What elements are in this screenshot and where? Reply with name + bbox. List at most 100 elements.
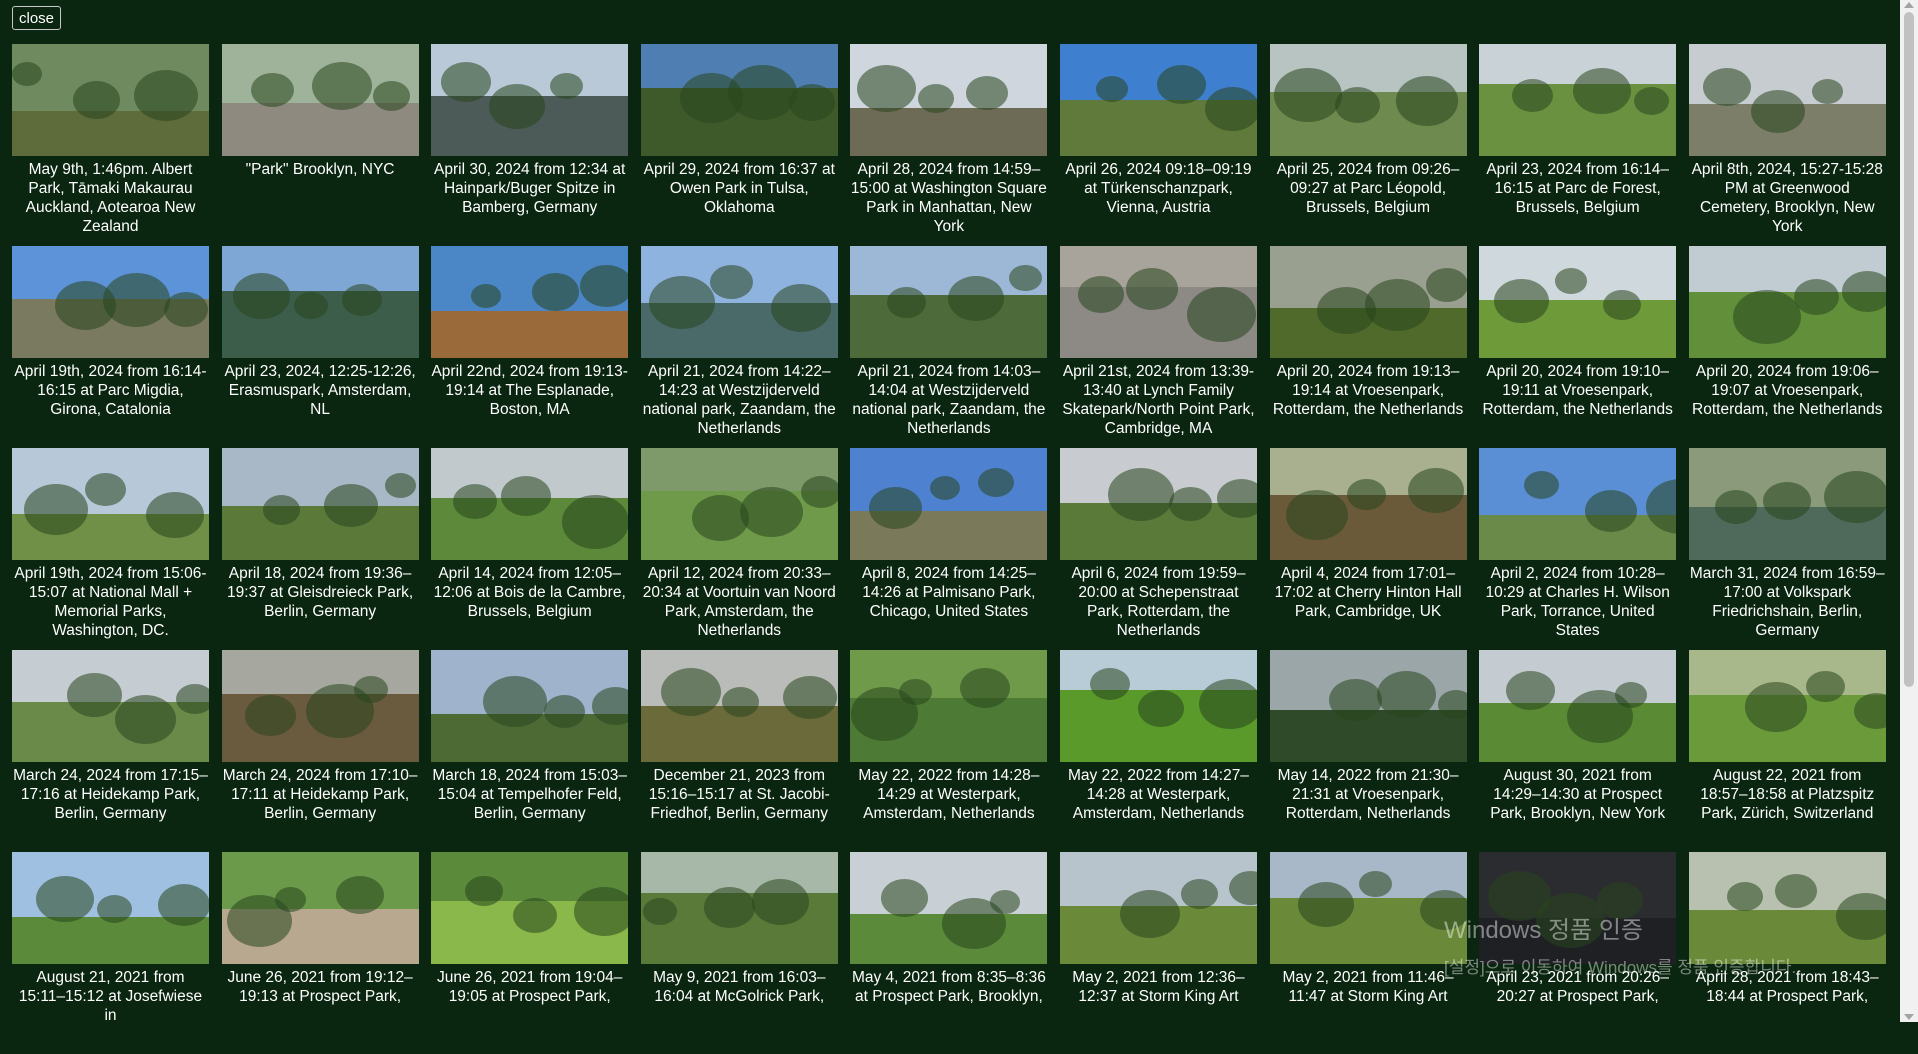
video-thumbnail[interactable] xyxy=(221,852,419,964)
video-thumbnail[interactable] xyxy=(640,246,838,358)
video-card[interactable]: April 22nd, 2024 from 19:13-19:14 at The… xyxy=(431,246,629,448)
close-button[interactable]: close xyxy=(12,6,62,30)
video-thumbnail[interactable] xyxy=(12,246,209,358)
video-thumbnail[interactable] xyxy=(1269,650,1467,762)
video-caption: April 26, 2024 09:18–09:19 at Türkenscha… xyxy=(1065,161,1252,216)
video-card[interactable]: April 21, 2024 from 14:22–14:23 at Westz… xyxy=(640,246,838,448)
video-thumbnail[interactable] xyxy=(640,852,838,964)
video-thumbnail[interactable] xyxy=(1479,650,1677,762)
video-card[interactable]: August 21, 2021 from 15:11–15:12 at Jose… xyxy=(12,852,209,1054)
video-thumbnail[interactable] xyxy=(431,852,629,964)
video-thumbnail[interactable] xyxy=(1059,650,1257,762)
video-thumbnail[interactable] xyxy=(1269,246,1467,358)
video-thumbnail[interactable] xyxy=(1479,246,1677,358)
video-card[interactable]: June 26, 2021 from 19:12–19:13 at Prospe… xyxy=(221,852,419,1054)
video-thumbnail[interactable] xyxy=(850,448,1048,560)
video-thumbnail[interactable] xyxy=(12,44,209,156)
video-card[interactable]: April 21, 2024 from 14:03–14:04 at Westz… xyxy=(850,246,1048,448)
thumbnail-tree xyxy=(1089,668,1130,700)
video-card[interactable]: April 2, 2024 from 10:28–10:29 at Charle… xyxy=(1479,448,1677,650)
video-card[interactable]: April 29, 2024 from 16:37 at Owen Park i… xyxy=(640,44,838,246)
video-card[interactable]: May 14, 2022 from 21:30–21:31 at Vroesen… xyxy=(1269,650,1467,852)
thumbnail-tree xyxy=(1119,890,1180,938)
video-card[interactable]: April 30, 2024 from 12:34 at Hainpark/Bu… xyxy=(431,44,629,246)
vertical-scrollbar[interactable] xyxy=(1900,0,1918,1022)
video-thumbnail[interactable] xyxy=(1269,448,1467,560)
video-card[interactable]: May 4, 2021 from 8:35–8:36 at Prospect P… xyxy=(850,852,1048,1054)
video-thumbnail[interactable] xyxy=(1479,44,1677,156)
video-card[interactable]: March 18, 2024 from 15:03–15:04 at Tempe… xyxy=(431,650,629,852)
video-card[interactable]: May 2, 2021 from 12:36–12:37 at Storm Ki… xyxy=(1059,852,1257,1054)
video-card[interactable]: April 28, 2021 from 18:43–18:44 at Prosp… xyxy=(1688,852,1886,1054)
video-thumbnail[interactable] xyxy=(1688,852,1886,964)
video-card[interactable]: April 25, 2024 from 09:26–09:27 at Parc … xyxy=(1269,44,1467,246)
video-card[interactable]: August 30, 2021 from 14:29–14:30 at Pros… xyxy=(1479,650,1677,852)
video-thumbnail[interactable] xyxy=(1059,852,1257,964)
video-thumbnail[interactable] xyxy=(1059,44,1257,156)
video-card[interactable]: June 26, 2021 from 19:04–19:05 at Prospe… xyxy=(431,852,629,1054)
video-card[interactable]: December 21, 2023 from 15:16–15:17 at St… xyxy=(640,650,838,852)
video-thumbnail[interactable] xyxy=(1688,650,1886,762)
video-thumbnail[interactable] xyxy=(221,44,419,156)
video-thumbnail[interactable] xyxy=(850,852,1048,964)
video-thumbnail[interactable] xyxy=(431,650,629,762)
video-thumbnail[interactable] xyxy=(1479,852,1677,964)
video-thumbnail[interactable] xyxy=(1688,44,1886,156)
video-card[interactable]: March 24, 2024 from 17:10–17:11 at Heide… xyxy=(221,650,419,852)
video-thumbnail[interactable] xyxy=(850,44,1048,156)
video-card[interactable]: April 26, 2024 09:18–09:19 at Türkenscha… xyxy=(1059,44,1257,246)
video-card[interactable]: April 23, 2024, 12:25-12:26, Erasmuspark… xyxy=(221,246,419,448)
video-card[interactable]: August 22, 2021 from 18:57–18:58 at Plat… xyxy=(1688,650,1886,852)
video-thumbnail[interactable] xyxy=(221,650,419,762)
video-card[interactable]: April 19th, 2024 from 16:14-16:15 at Par… xyxy=(12,246,209,448)
video-thumbnail[interactable] xyxy=(640,448,838,560)
video-thumbnail[interactable] xyxy=(431,44,629,156)
video-thumbnail[interactable] xyxy=(431,448,629,560)
video-thumbnail[interactable] xyxy=(221,246,419,358)
video-card[interactable]: March 31, 2024 from 16:59–17:00 at Volks… xyxy=(1688,448,1886,650)
video-card[interactable]: April 4, 2024 from 17:01–17:02 at Cherry… xyxy=(1269,448,1467,650)
video-thumbnail[interactable] xyxy=(1688,448,1886,560)
video-card[interactable]: March 24, 2024 from 17:15–17:16 at Heide… xyxy=(12,650,209,852)
video-card[interactable]: April 19th, 2024 from 15:06-15:07 at Nat… xyxy=(12,448,209,650)
thumbnail-tree xyxy=(1009,265,1043,292)
video-card[interactable]: April 21st, 2024 from 13:39-13:40 at Lyn… xyxy=(1059,246,1257,448)
video-thumbnail[interactable] xyxy=(640,650,838,762)
scrollbar-thumb[interactable] xyxy=(1904,12,1914,687)
video-thumbnail[interactable] xyxy=(1059,246,1257,358)
video-card[interactable]: April 20, 2024 from 19:10–19:11 at Vroes… xyxy=(1479,246,1677,448)
video-card[interactable]: April 23, 2021 from 20:26–20:27 at Prosp… xyxy=(1479,852,1677,1054)
video-thumbnail[interactable] xyxy=(1479,448,1677,560)
video-card[interactable]: May 9, 2021 from 16:03–16:04 at McGolric… xyxy=(640,852,838,1054)
video-card[interactable]: May 22, 2022 from 14:27–14:28 at Westerp… xyxy=(1059,650,1257,852)
video-thumbnail[interactable] xyxy=(1688,246,1886,358)
video-thumbnail[interactable] xyxy=(12,852,209,964)
video-thumbnail[interactable] xyxy=(640,44,838,156)
video-card[interactable]: April 28, 2024 from 14:59–15:00 at Washi… xyxy=(850,44,1048,246)
video-thumbnail[interactable] xyxy=(431,246,629,358)
video-thumbnail[interactable] xyxy=(221,448,419,560)
video-card[interactable]: "Park" Brooklyn, NYC xyxy=(221,44,419,246)
video-thumbnail[interactable] xyxy=(12,650,209,762)
video-card[interactable]: April 8, 2024 from 14:25–14:26 at Palmis… xyxy=(850,448,1048,650)
video-card[interactable]: April 20, 2024 from 19:13–19:14 at Vroes… xyxy=(1269,246,1467,448)
video-card[interactable]: April 20, 2024 from 19:06–19:07 at Vroes… xyxy=(1688,246,1886,448)
video-card[interactable]: May 9th, 1:46pm. Albert Park, Tāmaki Mak… xyxy=(12,44,209,246)
thumbnail-tree xyxy=(1328,679,1382,722)
video-thumbnail[interactable] xyxy=(1269,852,1467,964)
video-card[interactable]: April 18, 2024 from 19:36–19:37 at Gleis… xyxy=(221,448,419,650)
video-card[interactable]: April 12, 2024 from 20:33–20:34 at Voort… xyxy=(640,448,838,650)
video-card[interactable]: April 23, 2024 from 16:14–16:15 at Parc … xyxy=(1479,44,1677,246)
video-card[interactable]: April 14, 2024 from 12:05–12:06 at Bois … xyxy=(431,448,629,650)
video-thumbnail[interactable] xyxy=(1059,448,1257,560)
video-thumbnail[interactable] xyxy=(850,650,1048,762)
video-card[interactable]: May 22, 2022 from 14:28–14:29 at Westerp… xyxy=(850,650,1048,852)
video-thumbnail[interactable] xyxy=(850,246,1048,358)
scroll-down-arrow-icon[interactable] xyxy=(1904,1014,1914,1020)
video-card[interactable]: May 2, 2021 from 11:46–11:47 at Storm Ki… xyxy=(1269,852,1467,1054)
video-thumbnail[interactable] xyxy=(12,448,209,560)
video-thumbnail[interactable] xyxy=(1269,44,1467,156)
video-card[interactable]: April 6, 2024 from 19:59–20:00 at Schepe… xyxy=(1059,448,1257,650)
scroll-up-arrow-icon[interactable] xyxy=(1904,2,1914,8)
video-card[interactable]: April 8th, 2024, 15:27-15:28 PM at Green… xyxy=(1688,44,1886,246)
